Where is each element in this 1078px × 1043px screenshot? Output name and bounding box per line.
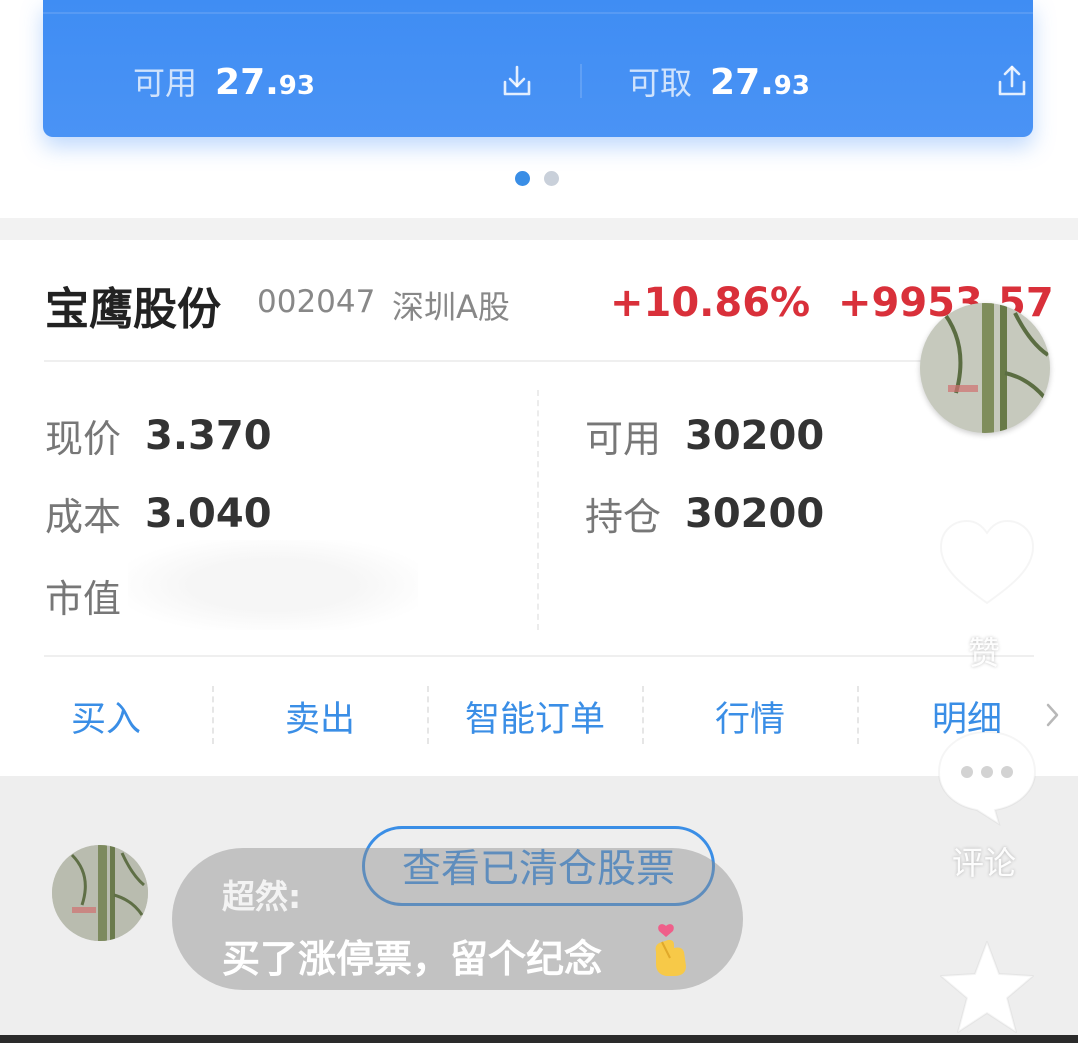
holding-actions-bar: 买入 卖出 智能订单 行情 明细 bbox=[0, 686, 1078, 746]
download-tray-icon[interactable] bbox=[498, 62, 536, 100]
withdrawable-funds-dec: 93 bbox=[773, 71, 810, 101]
withdrawable-funds-int: 27. bbox=[710, 62, 774, 103]
comment-label: 评论 bbox=[952, 844, 1017, 882]
upload-tray-icon[interactable] bbox=[993, 62, 1031, 100]
available-funds-label: 可用 bbox=[133, 64, 198, 102]
available-funds-int: 27. bbox=[215, 62, 279, 103]
heart-icon[interactable] bbox=[937, 515, 1037, 615]
cost-price-value: 3.040 bbox=[145, 490, 272, 537]
market-value-redacted bbox=[128, 540, 418, 630]
available-shares: 可用 30200 bbox=[585, 408, 824, 463]
market-value: 市值 bbox=[45, 568, 121, 623]
like-label: 赞 bbox=[968, 634, 1001, 672]
column-divider bbox=[537, 390, 539, 630]
available-shares-label: 可用 bbox=[585, 417, 662, 461]
screen-bottom-edge bbox=[0, 1035, 1078, 1043]
available-funds-dec: 93 bbox=[278, 71, 315, 101]
sell-button[interactable]: 卖出 bbox=[214, 686, 426, 746]
chevron-right-icon[interactable] bbox=[1042, 698, 1064, 732]
market-value-label: 市值 bbox=[45, 577, 122, 621]
page-indicator bbox=[515, 171, 559, 186]
account-funds-card[interactable]: 可用 27. 93 可取 27. 93 bbox=[43, 0, 1033, 137]
withdrawable-funds-label: 可取 bbox=[628, 64, 693, 102]
divider bbox=[44, 360, 1034, 362]
current-price-label: 现价 bbox=[45, 417, 122, 461]
quote-button[interactable]: 行情 bbox=[644, 686, 856, 746]
card-divider bbox=[43, 12, 1033, 14]
section-gap bbox=[0, 218, 1078, 240]
comment-username: 超然: bbox=[222, 877, 302, 916]
page-dot[interactable] bbox=[544, 171, 559, 186]
account-card-area: 可用 27. 93 可取 27. 93 bbox=[0, 0, 1078, 218]
comment-text: 买了涨停票，留个纪念 bbox=[222, 937, 603, 981]
cost-price-label: 成本 bbox=[45, 495, 122, 539]
available-shares-value: 30200 bbox=[685, 412, 825, 459]
finger-heart-emoji-icon bbox=[648, 922, 692, 978]
stock-code: 002047 bbox=[257, 284, 376, 320]
cost-price: 成本 3.040 bbox=[45, 486, 272, 541]
current-price-value: 3.370 bbox=[145, 412, 272, 459]
holding-card[interactable]: 宝鹰股份 002047 深圳A股 +10.86% +9953.57 现价 3.3… bbox=[0, 240, 1078, 776]
withdrawable-funds: 可取 27. 93 bbox=[628, 58, 810, 104]
position-shares: 持仓 30200 bbox=[585, 486, 824, 541]
stock-change-percent: +10.86% bbox=[610, 280, 811, 326]
stock-market: 深圳A股 bbox=[392, 288, 510, 326]
divider bbox=[44, 655, 1034, 657]
stock-name: 宝鹰股份 bbox=[45, 284, 221, 335]
current-price: 现价 3.370 bbox=[45, 408, 272, 463]
buy-button[interactable]: 买入 bbox=[0, 686, 212, 746]
position-shares-label: 持仓 bbox=[585, 495, 662, 539]
card-vertical-divider bbox=[580, 64, 582, 98]
star-icon[interactable] bbox=[937, 938, 1037, 1038]
page-dot-active[interactable] bbox=[515, 171, 530, 186]
smart-order-button[interactable]: 智能订单 bbox=[429, 686, 641, 746]
commenter-avatar[interactable] bbox=[52, 845, 148, 941]
available-funds: 可用 27. 93 bbox=[133, 58, 315, 104]
position-shares-value: 30200 bbox=[685, 490, 825, 537]
comment-bubble-icon[interactable] bbox=[937, 728, 1037, 828]
author-avatar[interactable] bbox=[920, 303, 1050, 433]
